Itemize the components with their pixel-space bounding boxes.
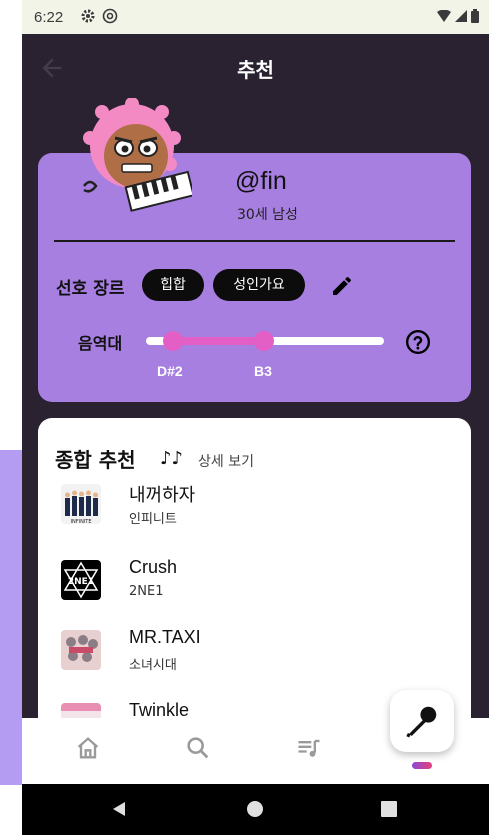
album-cover — [61, 630, 101, 670]
svg-text:INFINITE: INFINITE — [71, 519, 92, 524]
svg-text:2NE1: 2NE1 — [68, 577, 94, 587]
song-title: Twinkle — [129, 700, 190, 718]
song-item[interactable]: INFINITE 내꺼하자 인피니트 — [61, 484, 461, 544]
vocal-range-slider[interactable] — [146, 331, 384, 351]
album-cover — [61, 703, 101, 718]
username: @fin — [235, 167, 287, 195]
home-icon[interactable] — [74, 734, 102, 762]
android-nav-bar — [22, 784, 489, 835]
help-circle-icon[interactable] — [405, 329, 431, 355]
microphone-button[interactable] — [390, 690, 454, 752]
user-age-gender: 30세 남성 — [237, 207, 298, 223]
home-circle-icon[interactable] — [246, 800, 264, 818]
music-notes-icon: ♪♪ — [160, 448, 183, 469]
profile-tab-indicator[interactable] — [412, 762, 432, 769]
back-triangle-icon[interactable] — [110, 800, 128, 818]
slider-thumb-high[interactable] — [254, 331, 274, 351]
avatar — [83, 98, 192, 212]
album-cover: 2NE1 — [61, 560, 101, 600]
pencil-icon[interactable] — [330, 274, 354, 298]
genre-label: 선호 장르 — [56, 279, 125, 299]
page-title: 추천 — [237, 58, 274, 82]
at-sign-icon — [102, 8, 118, 24]
app-header: 추천 — [22, 34, 489, 104]
song-title: Crush — [129, 557, 178, 577]
status-bar: 6:22 — [22, 0, 489, 34]
song-artist: 소녀시대 — [129, 658, 177, 673]
song-item[interactable]: 2NE1 Crush 2NE1 — [61, 557, 461, 620]
slider-thumb-low[interactable] — [163, 331, 183, 351]
detail-link[interactable]: 상세 보기 — [198, 451, 254, 471]
status-icons-right — [437, 9, 479, 23]
phone-screen: 6:22 추천 @fin 30세 남성 선호 장르 힙합 성인가요 음역대 D#… — [22, 0, 489, 835]
wifi-icon — [437, 10, 451, 22]
genre-chip-hiphop[interactable]: 힙합 — [142, 269, 204, 301]
search-icon[interactable] — [184, 734, 212, 762]
vocal-range-label: 음역대 — [78, 334, 123, 353]
status-time: 6:22 — [34, 9, 64, 26]
genre-chip-adult-pop[interactable]: 성인가요 — [213, 269, 305, 301]
signal-icon — [455, 10, 467, 22]
recents-square-icon[interactable] — [380, 800, 398, 818]
microphone-icon — [406, 706, 437, 738]
song-artist: 2NE1 — [129, 584, 164, 599]
divider — [54, 240, 455, 242]
song-item[interactable]: MR.TAXI 소녀시대 — [61, 627, 461, 690]
album-cover: INFINITE — [61, 484, 101, 524]
gear-icon — [81, 9, 95, 23]
recommendation-card: 종합 추천 ♪♪ 상세 보기 INFINITE 내꺼하자 인피니트 2NE1 C… — [38, 418, 471, 718]
slider-fill — [173, 337, 264, 345]
range-high-value: B3 — [254, 363, 272, 379]
song-title: MR.TAXI — [129, 627, 201, 647]
song-artist: 인피니트 — [129, 512, 177, 527]
range-low-value: D#2 — [157, 363, 183, 379]
battery-icon — [471, 9, 479, 23]
queue-music-icon[interactable] — [295, 734, 323, 762]
song-title: 내꺼하자 — [129, 485, 196, 505]
recommend-title: 종합 추천 — [55, 448, 136, 472]
